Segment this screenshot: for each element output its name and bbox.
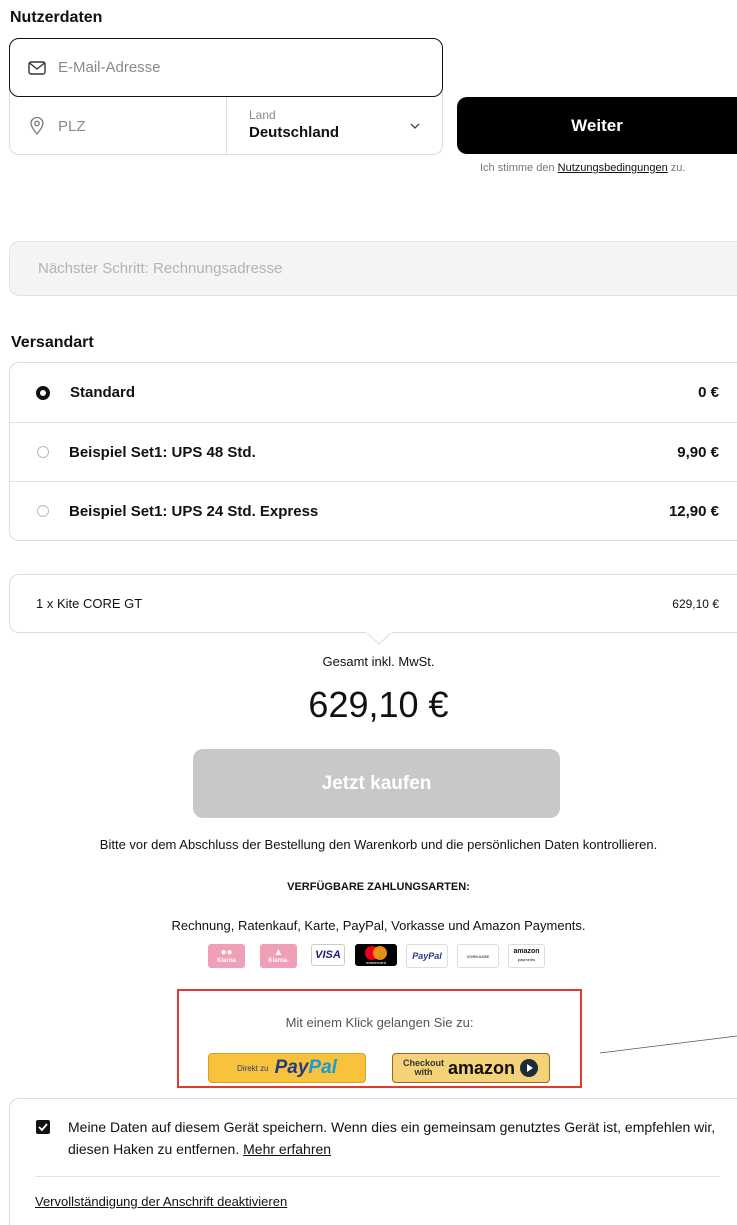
klarna-installment-text: Klarna. [268, 958, 289, 964]
mastercard-circles-icon [365, 945, 387, 960]
klarna-logo: ●● Klarna [208, 944, 245, 968]
address-form: E-Mail-Adresse PLZ Land Deutschland [9, 38, 443, 155]
check-icon [38, 1123, 48, 1131]
location-pin-icon [30, 117, 44, 135]
save-data-description: Meine Daten auf diesem Gerät speichern. … [68, 1119, 716, 1157]
disable-autocomplete-link[interactable]: Vervollständigung der Anschrift deaktivi… [35, 1194, 287, 1209]
zip-field[interactable]: PLZ [10, 97, 226, 155]
radio-unselected[interactable] [37, 505, 49, 517]
terms-prefix: Ich stimme den [480, 162, 558, 174]
express-checkout-title: Mit einem Klick gelangen Sie zu: [285, 1015, 474, 1030]
mastercard-logo: mastercard [355, 944, 397, 966]
prepayment-logo: VORKASSE [457, 944, 499, 968]
zip-placeholder: PLZ [58, 117, 86, 135]
payment-methods-text: Rechnung, Ratenkauf, Karte, PayPal, Vork… [171, 918, 586, 933]
email-field[interactable]: E-Mail-Adresse [9, 38, 443, 97]
annotation-line [600, 1035, 737, 1054]
save-data-checkbox[interactable] [36, 1120, 50, 1134]
amazon-payments-logo: amazon payments [508, 944, 545, 968]
amazon-payments-sub: payments [517, 957, 536, 962]
chevron-down-icon [410, 123, 420, 129]
cart-item: 1 x Kite CORE GT [36, 596, 143, 611]
email-placeholder: E-Mail-Adresse [58, 59, 161, 76]
save-data-text: Meine Daten auf diesem Gerät speichern. … [68, 1116, 718, 1160]
shipping-option-ups48[interactable]: Beispiel Set1: UPS 48 Std. 9,90 € [10, 422, 737, 481]
paypal-logo: PayPal [406, 944, 448, 968]
radio-unselected[interactable] [37, 446, 49, 458]
payment-title: VERFÜGBARE ZAHLUNGSARTEN: [287, 881, 470, 893]
country-value: Deutschland [249, 124, 340, 141]
amazon-brand: amazon [447, 1057, 516, 1078]
shipping-option-ups24[interactable]: Beispiel Set1: UPS 24 Std. Express 12,90… [10, 481, 737, 540]
country-label: Land [249, 108, 276, 122]
checkout-notice: Bitte vor dem Abschluss der Bestellung d… [99, 837, 658, 852]
shipping-option-label: Beispiel Set1: UPS 48 Std. [69, 443, 256, 461]
mastercard-text: mastercard [365, 959, 386, 965]
visa-logo: VISA [311, 944, 345, 966]
next-step-panel[interactable]: Nächster Schritt: Rechnungsadresse [9, 241, 737, 296]
amazon-checkout-label: Checkout with [403, 1059, 444, 1077]
cart-summary: 1 x Kite CORE GT 629,10 € [9, 574, 737, 633]
user-data-title: Nutzerdaten [10, 9, 103, 26]
paypal-express-prefix: Direkt zu [237, 1063, 269, 1073]
klarna-logo-text: Klarna [217, 958, 236, 964]
mail-icon [28, 60, 46, 75]
pointer-notch [366, 632, 392, 645]
terms-link[interactable]: Nutzungsbedingungen [558, 162, 668, 174]
express-checkout-box: Mit einem Klick gelangen Sie zu: Direkt … [177, 989, 582, 1088]
terms-note: Ich stimme den Nutzungsbedingungen zu. [480, 162, 685, 174]
footer-panel: Meine Daten auf diesem Gerät speichern. … [9, 1098, 737, 1225]
amazon-checkout-line2: with [414, 1067, 433, 1077]
total-value: 629,10 € [308, 684, 449, 725]
next-step-label: Nächster Schritt: Rechnungsadresse [38, 260, 283, 277]
buy-button[interactable]: Jetzt kaufen [193, 749, 560, 818]
radio-selected[interactable] [36, 385, 50, 400]
amazon-checkout-button[interactable]: Checkout with amazon [392, 1053, 550, 1083]
klarna-installment-logo: ▲ Klarna. [260, 944, 297, 968]
shipping-option-label: Beispiel Set1: UPS 24 Std. Express [69, 502, 319, 520]
shipping-options: Standard 0 € Beispiel Set1: UPS 48 Std. … [9, 362, 737, 541]
country-select[interactable]: Land Deutschland [227, 97, 443, 155]
play-circle-icon [520, 1059, 539, 1077]
total-label: Gesamt inkl. MwSt. [322, 654, 435, 669]
shipping-option-label: Standard [70, 384, 136, 401]
continue-button[interactable]: Weiter [457, 97, 737, 154]
cart-item-price: 629,10 € [672, 596, 719, 611]
terms-suffix: zu. [667, 162, 686, 174]
footer-divider [35, 1176, 720, 1177]
shipping-option-price: 12,90 € [668, 502, 719, 520]
amazon-payments-brand: amazon [513, 948, 540, 955]
learn-more-link[interactable]: Mehr erfahren [243, 1141, 331, 1157]
paypal-brand-pay: Pay [274, 1057, 309, 1078]
paypal-express-button[interactable]: Direkt zu Pay Pal [208, 1053, 366, 1083]
shipping-option-standard[interactable]: Standard 0 € [10, 363, 737, 422]
shipping-option-price: 0 € [698, 384, 719, 401]
shipping-title: Versandart [11, 334, 94, 351]
paypal-brand-pal: Pal [308, 1057, 337, 1078]
shipping-option-price: 9,90 € [677, 443, 719, 461]
